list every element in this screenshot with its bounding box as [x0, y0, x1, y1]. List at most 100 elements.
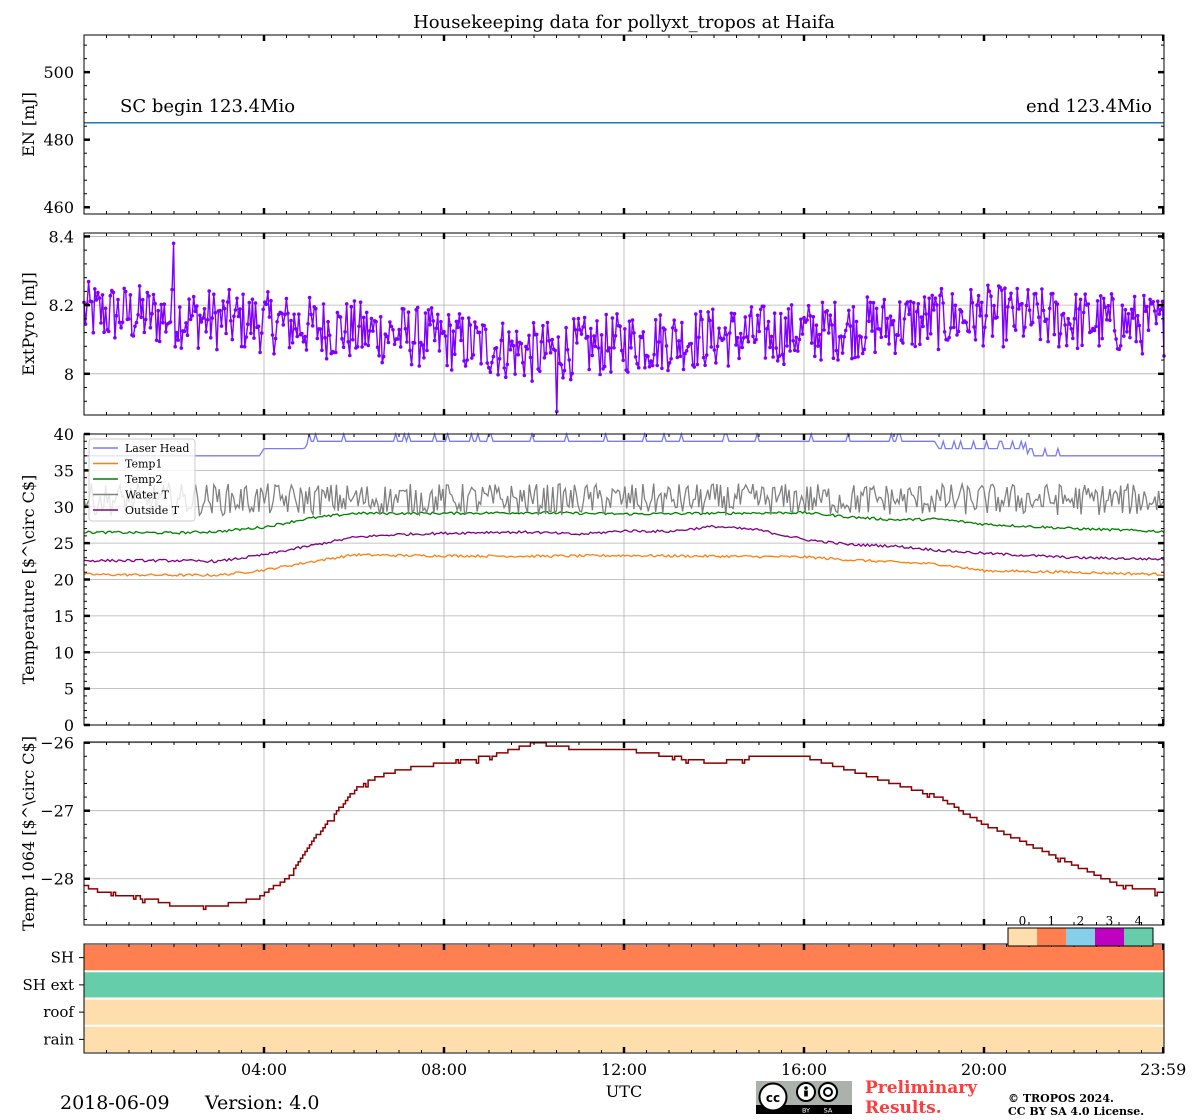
extpyro-point [786, 307, 791, 311]
extpyro-point [975, 303, 979, 308]
extpyro-point [1064, 343, 1069, 348]
extpyro-point [1052, 332, 1057, 337]
extpyro-point [1001, 344, 1006, 349]
extpyro-point [241, 292, 245, 297]
extpyro-point [1077, 307, 1081, 311]
extpyro-point [698, 309, 703, 314]
extpyro-point [446, 313, 451, 317]
extpyro-point [874, 306, 879, 311]
extpyro-point [592, 334, 596, 338]
extpyro-point [225, 300, 230, 304]
extpyro-point [780, 352, 785, 357]
extpyro-point [885, 316, 890, 321]
extpyro-point [306, 322, 310, 326]
extpyro-point [86, 279, 91, 284]
extpyro-point [434, 326, 439, 331]
extpyro-point [284, 296, 289, 301]
extpyro-panel: 8 8.2 8.4 ExtPyro [mJ] [19, 227, 1166, 416]
extpyro-point [205, 318, 210, 322]
extpyro-point [528, 355, 533, 360]
extpyro-point [918, 342, 922, 347]
extpyro-point [366, 343, 371, 348]
extpyro-point [867, 319, 871, 324]
extpyro-point [349, 304, 354, 309]
y-tick-label: 500 [43, 63, 74, 82]
extpyro-point [684, 349, 689, 353]
extpyro-point [300, 331, 304, 336]
extpyro-point [1128, 335, 1132, 340]
extpyro-point [174, 330, 179, 335]
extpyro-point [981, 344, 985, 348]
extpyro-point [949, 326, 953, 330]
extpyro-point [836, 358, 840, 362]
y-tick-label: 15 [54, 607, 74, 626]
extpyro-point [734, 343, 738, 347]
extpyro-point [1103, 305, 1108, 310]
y-axis-label: EN [mJ] [19, 92, 38, 157]
colorbar-tick-label: 1 [1048, 914, 1056, 928]
extpyro-point [473, 320, 477, 324]
status-row-bar [84, 972, 1164, 998]
extpyro-point [1003, 286, 1007, 291]
extpyro-point [208, 335, 213, 340]
extpyro-point [525, 347, 530, 351]
extpyro-point [120, 320, 125, 325]
extpyro-point [1023, 325, 1027, 330]
extpyro-point [1159, 307, 1163, 312]
extpyro-point [360, 345, 364, 349]
extpyro-point [653, 318, 658, 322]
colorbar-swatch [1037, 928, 1066, 946]
license-note: © TROPOS 2024. CC BY SA 4.0 License. [1008, 1092, 1144, 1118]
x-tick-label: 04:00 [241, 1060, 287, 1079]
extpyro-point [680, 320, 684, 325]
extpyro-point [97, 296, 102, 300]
extpyro-point [521, 360, 525, 365]
extpyro-point [908, 299, 913, 304]
extpyro-point [1035, 302, 1040, 306]
extpyro-point [1122, 334, 1126, 338]
extpyro-point [505, 362, 510, 367]
extpyro-point [573, 327, 578, 332]
extpyro-point [100, 293, 105, 297]
extpyro-point [865, 295, 870, 299]
extpyro-point [1101, 296, 1106, 301]
extpyro-point [199, 320, 204, 324]
extpyro-point [355, 344, 360, 349]
extpyro-point [324, 356, 329, 361]
extpyro-point [626, 370, 630, 374]
extpyro-point [941, 301, 945, 305]
extpyro-point [964, 320, 968, 325]
extpyro-point [854, 319, 859, 324]
extpyro-point [1021, 334, 1026, 338]
extpyro-point [402, 307, 406, 311]
extpyro-point [928, 332, 933, 336]
extpyro-point [1046, 339, 1050, 344]
extpyro-point [785, 344, 789, 348]
y-tick-label: 8.4 [49, 227, 74, 246]
extpyro-point [348, 353, 352, 358]
extpyro-point [640, 335, 644, 340]
extpyro-point [1063, 323, 1067, 327]
extpyro-point [403, 326, 408, 331]
extpyro-point [1106, 303, 1111, 308]
extpyro-point [984, 313, 989, 318]
extpyro-point [884, 334, 888, 339]
extpyro-point [178, 305, 182, 309]
extpyro-point [879, 335, 884, 340]
extpyro-point [845, 322, 850, 326]
extpyro-point [219, 324, 224, 328]
extpyro-point [256, 324, 261, 329]
extpyro-point [1010, 305, 1015, 310]
extpyro-point [170, 287, 174, 292]
extpyro-point [947, 335, 951, 340]
extpyro-point [168, 320, 173, 324]
extpyro-point [454, 319, 459, 324]
extpyro-point [847, 308, 851, 313]
extpyro-point [531, 321, 536, 325]
extpyro-point [930, 293, 934, 298]
extpyro-point [587, 367, 591, 372]
extpyro-point [834, 348, 839, 353]
extpyro-point [375, 345, 380, 350]
extpyro-point [482, 323, 487, 328]
extpyro-point [553, 348, 557, 353]
